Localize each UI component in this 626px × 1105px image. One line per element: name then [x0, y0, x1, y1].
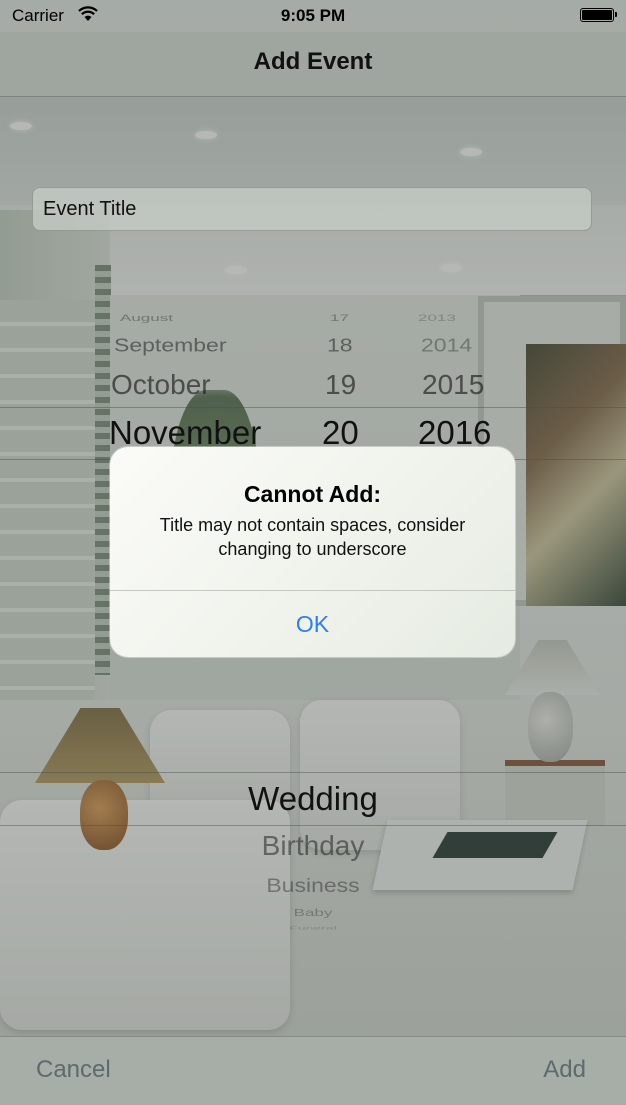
date-picker-month[interactable]: October — [111, 369, 211, 401]
picker-selection-line — [0, 825, 626, 826]
date-picker-year[interactable]: 2014 — [421, 335, 472, 357]
page-title: Add Event — [253, 48, 373, 75]
alert-message: Title may not contain spaces, consider c… — [159, 515, 466, 559]
cancel-button[interactable]: Cancel — [30, 1055, 117, 1085]
event-type-item[interactable]: Baby — [0, 907, 626, 919]
event-type-item[interactable]: Funeral — [0, 926, 626, 931]
add-button[interactable]: Add — [537, 1055, 592, 1085]
date-picker-month[interactable]: September — [114, 335, 227, 357]
picker-selection-line — [0, 772, 626, 773]
date-picker-day[interactable]: 18 — [327, 335, 353, 357]
event-title-value: Event Title — [43, 197, 137, 220]
event-type-item[interactable]: Business — [0, 874, 626, 897]
date-picker-month[interactable]: August — [120, 313, 173, 324]
event-title-field[interactable]: Event Title — [32, 187, 592, 231]
status-bar: Carrier 9:05 PM — [0, 0, 626, 32]
date-picker-year[interactable]: 2015 — [422, 369, 484, 401]
date-picker-year[interactable]: 2013 — [418, 313, 456, 324]
battery-icon — [580, 8, 617, 22]
navigation-bar: Add Event — [0, 32, 626, 97]
picker-selection-line — [0, 407, 626, 408]
event-type-item-selected[interactable]: Wedding — [0, 780, 626, 818]
alert-title: Cannot Add: — [243, 481, 382, 507]
bottom-toolbar: Cancel Add — [0, 1036, 626, 1105]
ok-button[interactable]: OK — [110, 591, 515, 657]
date-picker-day[interactable]: 19 — [325, 369, 356, 401]
event-type-item[interactable]: Birthday — [0, 830, 626, 862]
date-picker-day[interactable]: 17 — [330, 313, 349, 324]
alert-dialog: Cannot Add: Title may not contain spaces… — [110, 447, 515, 657]
clock: 9:05 PM — [280, 6, 346, 25]
